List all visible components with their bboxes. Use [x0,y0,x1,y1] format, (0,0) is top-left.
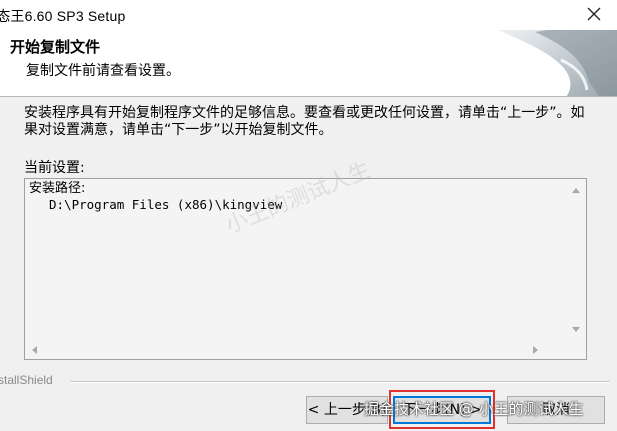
scroll-down-icon[interactable] [572,327,580,332]
close-button[interactable] [581,2,607,26]
footer-watermark: 掘金技术社区 @ 小王的测试人生 [364,400,584,418]
current-settings-label: 当前设置: [24,160,85,176]
scroll-up-icon[interactable] [572,188,580,193]
installer-banner-icon [497,30,617,96]
page-subtitle: 复制文件前请查看设置。 [26,63,180,79]
page-title: 开始复制文件 [10,38,101,56]
header-panel: 开始复制文件 复制文件前请查看设置。 [0,30,617,97]
installshield-brand: InstallShield [0,373,53,387]
scroll-right-icon[interactable] [533,346,538,354]
window-title: 组态王6.60 SP3 Setup [0,8,126,24]
close-icon [587,7,601,21]
content-panel: 安装程序具有开始复制程序文件的足够信息。要查看或更改任何设置，请单击“上一步”。… [0,97,617,365]
setup-window: 组态王6.60 SP3 Setup 开始复制文件 复制文件前请查看设置。 安装程… [0,0,617,431]
title-bar: 组态王6.60 SP3 Setup [0,0,617,31]
horizontal-scrollbar[interactable] [25,341,566,359]
vertical-scrollbar[interactable] [566,179,586,341]
scroll-left-icon[interactable] [32,346,37,354]
footer-divider [70,381,610,383]
instruction-text: 安装程序具有开始复制程序文件的足够信息。要查看或更改任何设置，请单击“上一步”。… [24,105,585,138]
